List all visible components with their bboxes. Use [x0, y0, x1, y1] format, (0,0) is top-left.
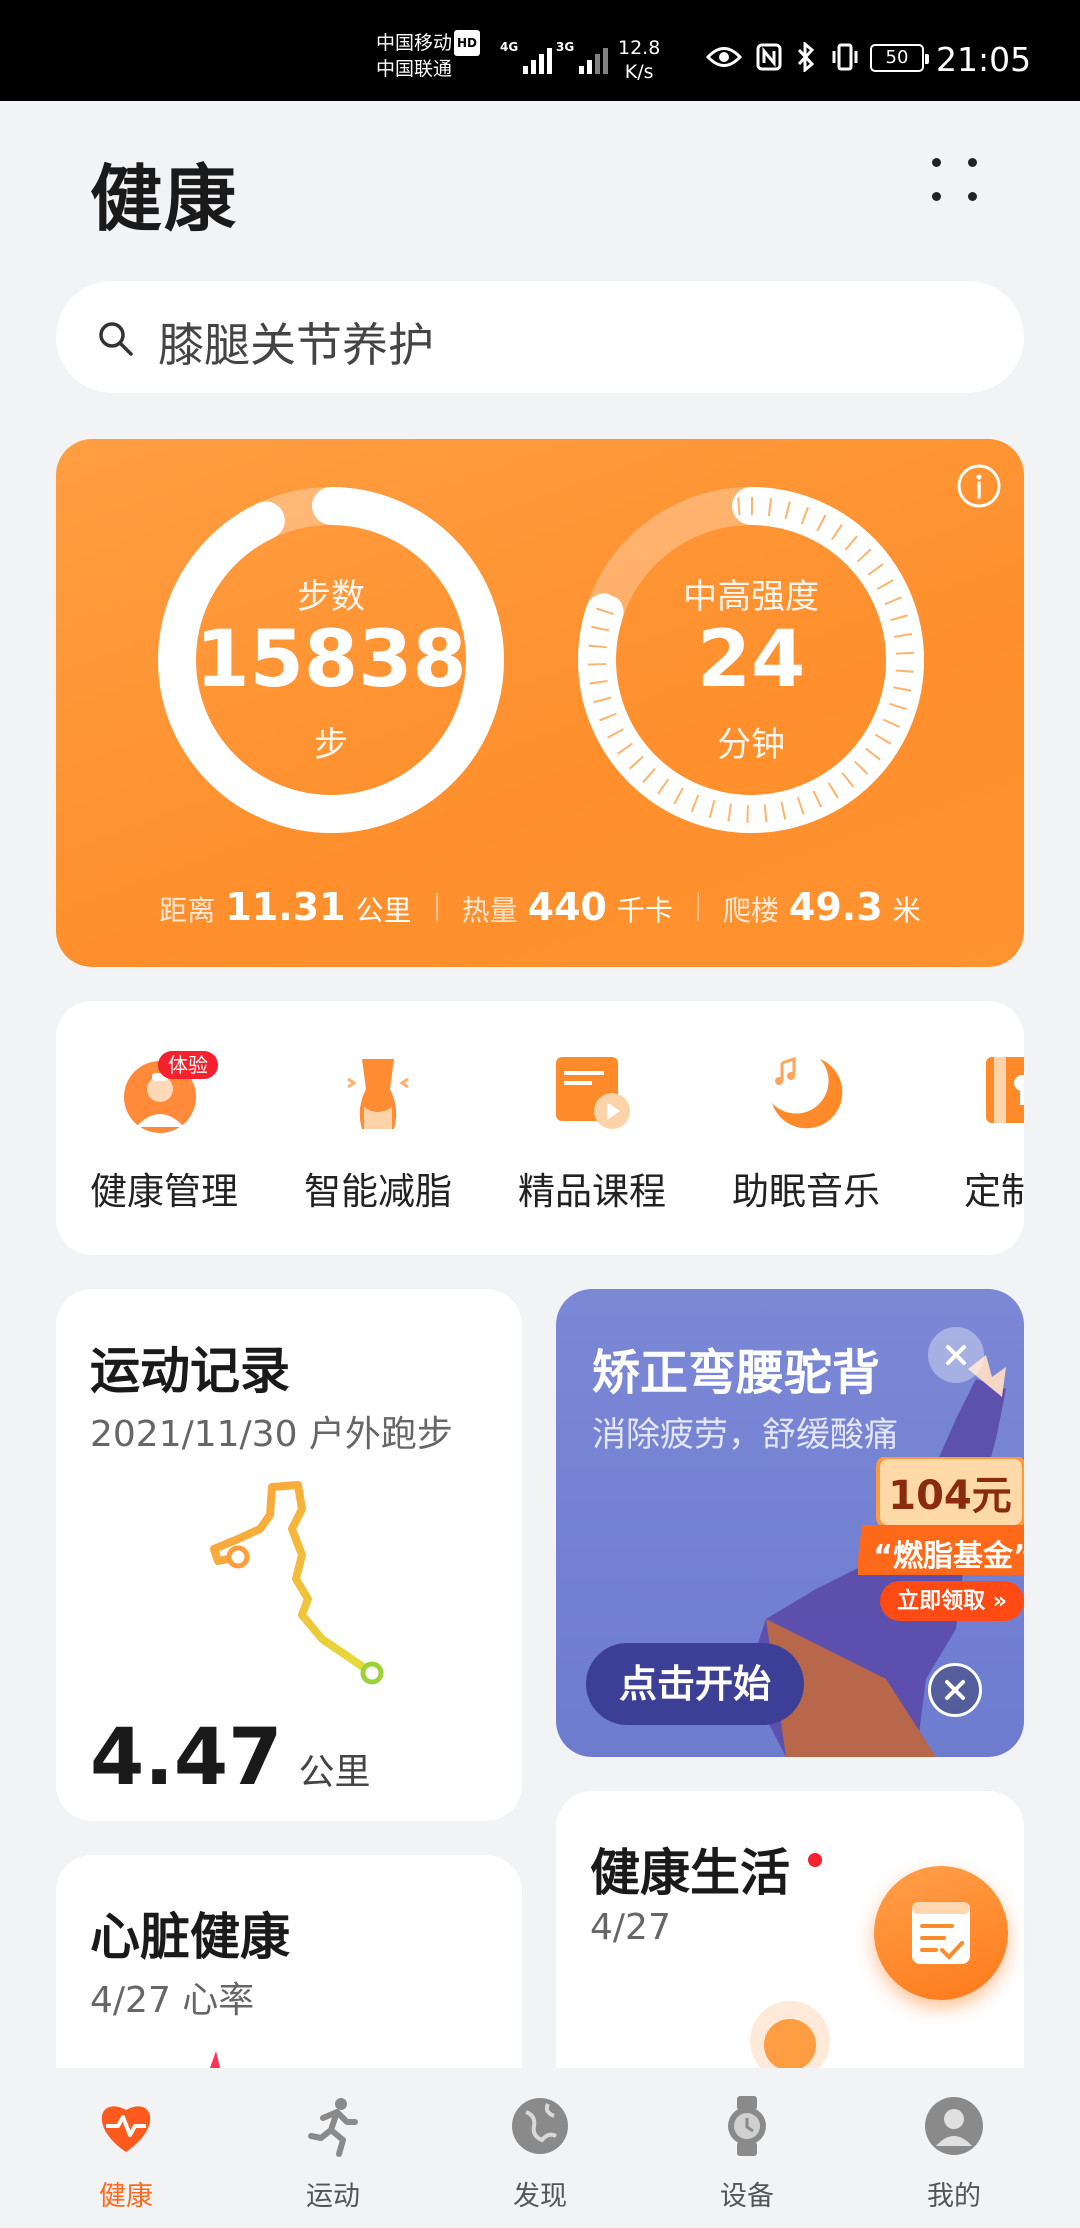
- moon-music-icon: [772, 1056, 843, 1129]
- coupon-name: “燃脂基金”: [873, 1539, 1024, 1574]
- calories-stat: 热量 440 千卡: [461, 885, 673, 929]
- service-label: 健康管理: [90, 1170, 238, 1213]
- bluetooth-icon: [797, 42, 815, 72]
- tab-devices[interactable]: 设备: [639, 2068, 855, 2228]
- signal-1-icon: 4G: [500, 40, 553, 74]
- intensity-label: 中高强度: [683, 577, 819, 617]
- steps-label: 步数: [297, 577, 365, 617]
- status-bar: 中国移动 HD 中国联通 4G 3G 12.8 K/s 50 21:05: [0, 0, 1080, 101]
- coupon-amount: 104元: [888, 1473, 1012, 1519]
- carrier-2: 中国联通: [376, 58, 453, 80]
- banner-title: 矫正弯腰驼背: [592, 1345, 881, 1401]
- service-label: 智能减脂: [304, 1170, 452, 1213]
- eye-icon: [706, 47, 742, 67]
- divider: [696, 893, 699, 921]
- service-label: 定制: [964, 1170, 1024, 1213]
- clock: 21:05: [936, 40, 1032, 79]
- service-sleep-music[interactable]: 助眠音乐: [706, 1001, 906, 1255]
- distance-display: 4.47 公里: [90, 1713, 370, 1803]
- waist-icon: [347, 1059, 409, 1129]
- card-title: 心脏健康: [90, 1908, 290, 1966]
- tab-label: 发现: [513, 2181, 567, 2212]
- hd-badge: HD: [454, 30, 481, 56]
- card-title: 运动记录: [90, 1342, 290, 1400]
- service-premium-courses[interactable]: 精品课程: [492, 1001, 692, 1255]
- posture-banner[interactable]: 矫正弯腰驼背 消除疲劳，舒缓酸痛 104元 “燃脂基金” 立即领取 » 点击开始: [556, 1289, 1024, 1757]
- info-icon[interactable]: [956, 463, 1002, 509]
- card-subtitle: 2021/11/30 户外跑步: [90, 1414, 453, 1455]
- service-health-management[interactable]: 体验 健康管理: [64, 1001, 264, 1255]
- card-subtitle: 4/27 心率: [90, 1980, 255, 2021]
- service-custom-plan[interactable]: 定制: [920, 1001, 1024, 1255]
- distance-value: 4.47: [90, 1713, 283, 1803]
- runner-icon: [308, 2098, 358, 2157]
- heart-health-card[interactable]: 心脏健康 4/27 心率: [56, 1855, 522, 2068]
- tab-label: 设备: [720, 2181, 774, 2212]
- video-course-icon: [556, 1057, 630, 1129]
- intensity-ring[interactable]: 中高强度 24 分钟: [578, 487, 924, 833]
- checklist-icon: [912, 1902, 970, 1964]
- coupon-popup[interactable]: 104元 “燃脂基金” 立即领取 »: [858, 1457, 1024, 1633]
- tab-health[interactable]: 健康: [18, 2068, 234, 2228]
- search-hint: 膝腿关节养护: [158, 318, 434, 372]
- activity-card[interactable]: 步数 15838 步 中高强度 24 分钟 距离 11.31 公里 热量 440…: [56, 439, 1024, 967]
- nfc-icon: [756, 43, 782, 71]
- tab-discover[interactable]: 发现: [432, 2068, 648, 2228]
- service-label: 助眠音乐: [732, 1170, 880, 1213]
- banner-subtitle: 消除疲劳，舒缓酸痛: [592, 1415, 898, 1455]
- start-button[interactable]: 点击开始: [586, 1643, 804, 1725]
- exercise-record-card[interactable]: 运动记录 2021/11/30 户外跑步 4.47 公里: [56, 1289, 522, 1821]
- intensity-unit: 分钟: [717, 725, 785, 765]
- distance-stat: 距离 11.31 公里: [159, 885, 412, 929]
- service-smart-fat-loss[interactable]: 智能减脂: [278, 1001, 478, 1255]
- watch-icon: [728, 2096, 766, 2156]
- steps-ring[interactable]: 步数 15838 步: [158, 487, 504, 833]
- steps-value: 15838: [195, 615, 467, 705]
- close-popup-icon[interactable]: [928, 1663, 982, 1717]
- custom-plan-icon: [986, 1057, 1024, 1123]
- tab-label: 健康: [99, 2181, 153, 2212]
- distance-unit: 公里: [298, 1752, 371, 1793]
- status-icons: [706, 42, 860, 72]
- close-icon[interactable]: [928, 1327, 984, 1383]
- trial-badge: 体验: [158, 1051, 218, 1079]
- page-title: 健康: [90, 157, 239, 241]
- search-icon: [99, 322, 133, 356]
- search-bar[interactable]: 膝腿关节养护: [56, 281, 1024, 393]
- globe-icon: [512, 2098, 568, 2154]
- divider: [435, 893, 438, 921]
- carrier-1: 中国移动: [376, 32, 453, 54]
- tab-label: 我的: [927, 2181, 981, 2212]
- card-title: 健康生活: [590, 1844, 790, 1902]
- more-options-button[interactable]: [920, 150, 992, 214]
- net-speed: 12.8 K/s: [618, 37, 661, 83]
- vibrate-icon: [832, 43, 858, 71]
- sun-icon: [750, 2001, 830, 2068]
- tab-me[interactable]: 我的: [846, 2068, 1062, 2228]
- card-subtitle: 4/27: [590, 1907, 671, 1948]
- signal-2-icon: 3G: [556, 40, 609, 74]
- person-icon: [925, 2097, 983, 2155]
- carrier-info: 中国移动 HD 中国联通: [376, 30, 481, 82]
- intensity-value: 24: [696, 615, 806, 705]
- heart-rate-chart: [210, 2051, 220, 2068]
- heart-pulse-icon: [101, 2106, 151, 2152]
- notification-dot: [808, 1853, 822, 1867]
- tab-label: 运动: [306, 2181, 360, 2212]
- checklist-fab-button[interactable]: [874, 1866, 1008, 2000]
- bottom-navigation: 健康 运动 发现 设备 我的: [0, 2068, 1080, 2228]
- steps-unit: 步: [314, 725, 348, 765]
- route-map: [210, 1481, 384, 1685]
- activity-stats: 距离 11.31 公里 热量 440 千卡 爬楼 49.3 米: [56, 885, 1024, 929]
- battery-icon: 50: [870, 44, 929, 72]
- service-label: 精品课程: [518, 1170, 666, 1213]
- tab-exercise[interactable]: 运动: [225, 2068, 441, 2228]
- claim-button[interactable]: 立即领取 »: [880, 1583, 1024, 1621]
- floors-stat: 爬楼 49.3 米: [722, 885, 921, 929]
- services-row: 体验 健康管理 智能减脂 精品课程 助眠音乐 定制: [56, 1001, 1024, 1255]
